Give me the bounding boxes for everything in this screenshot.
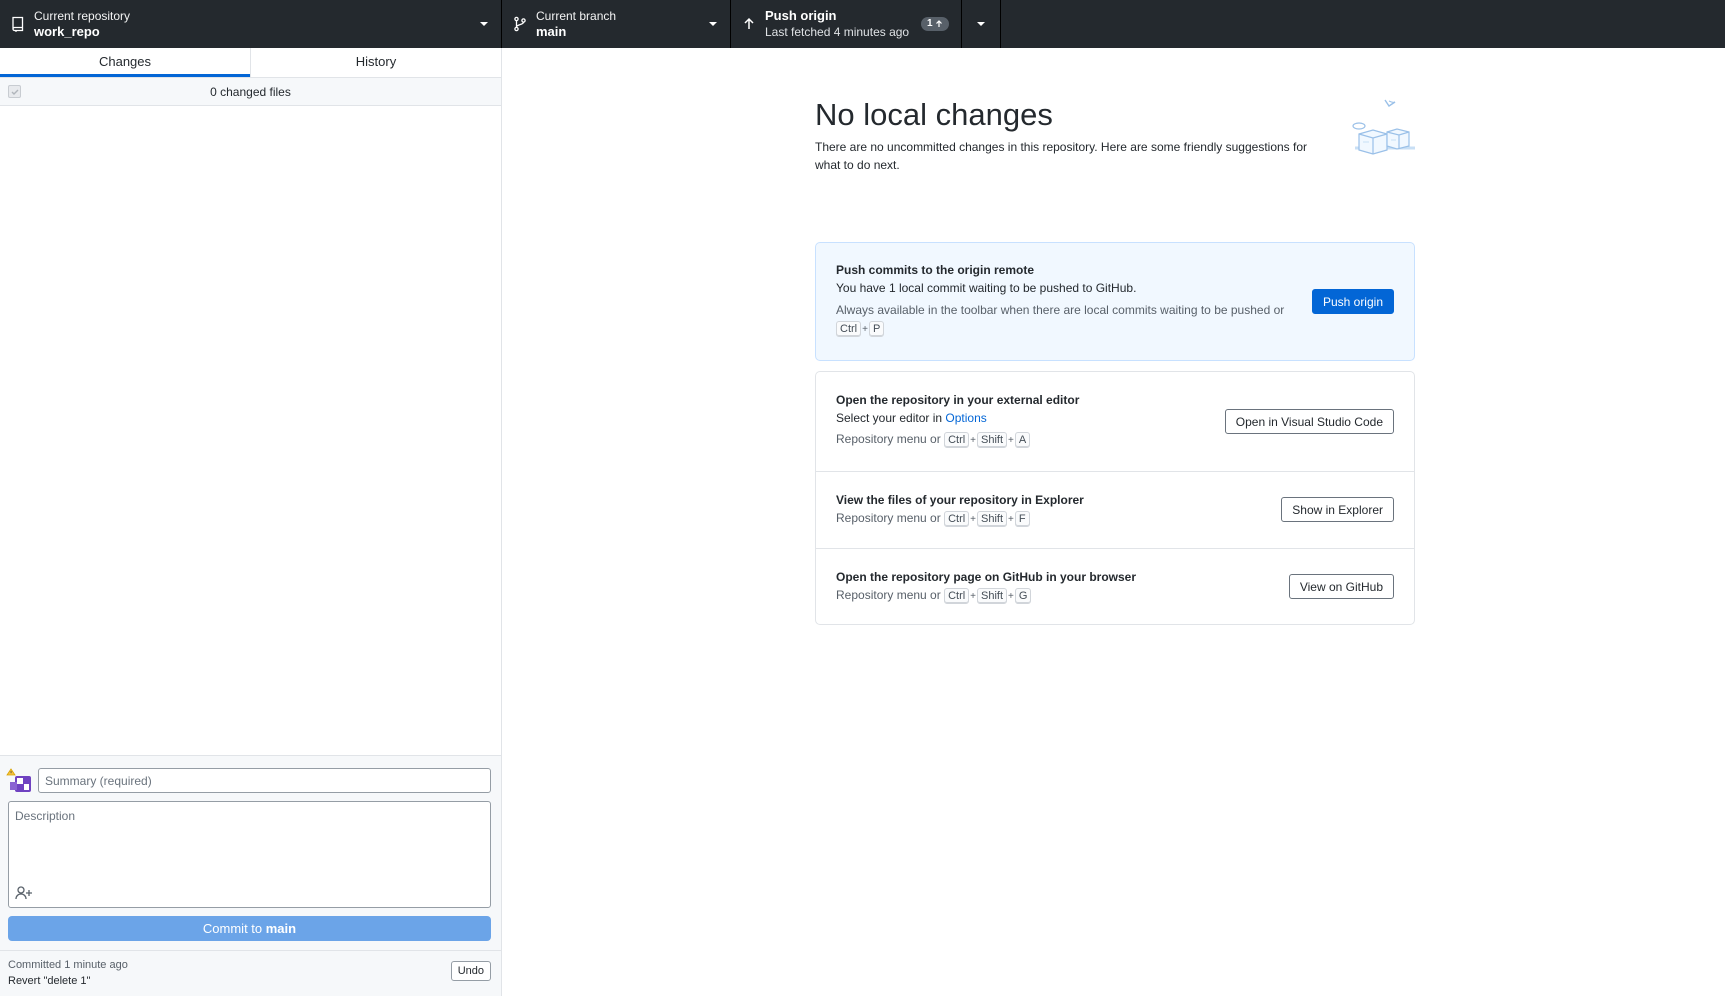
caret-down-icon bbox=[479, 20, 489, 28]
summary-input[interactable] bbox=[38, 768, 491, 793]
divider bbox=[816, 548, 1414, 549]
description-input[interactable] bbox=[9, 802, 490, 872]
push-origin-label: Push origin bbox=[765, 8, 837, 23]
ahead-count-badge: 1 bbox=[921, 17, 949, 31]
push-card-hint-text: Always available in the toolbar when the… bbox=[836, 303, 1285, 317]
page-subtitle: There are no uncommitted changes in this… bbox=[815, 140, 1308, 172]
shortcut-key: Ctrl bbox=[944, 588, 970, 604]
view-on-github-button[interactable]: View on GitHub bbox=[1288, 574, 1394, 599]
current-branch-label: Current branch bbox=[536, 9, 617, 23]
caret-down-icon bbox=[708, 20, 718, 28]
changes-header: 0 changed files bbox=[0, 78, 501, 106]
add-coauthor-icon[interactable] bbox=[15, 885, 33, 901]
ahead-count: 1 bbox=[927, 18, 933, 29]
current-branch-button[interactable]: Current branch main bbox=[502, 0, 731, 48]
shortcut-key: P bbox=[868, 321, 885, 337]
tab-history[interactable]: History bbox=[250, 48, 501, 77]
arrow-up-icon bbox=[741, 16, 757, 32]
sidebar: Changes History 0 changed files Com bbox=[0, 48, 502, 996]
divider bbox=[816, 471, 1414, 472]
push-card-title: Push commits to the origin remote bbox=[836, 263, 1035, 277]
avatar-icon[interactable] bbox=[6, 768, 32, 794]
tab-changes[interactable]: Changes bbox=[0, 48, 250, 77]
commit-button-prefix: Commit to bbox=[202, 921, 266, 936]
push-card-hint: Always available in the toolbar when the… bbox=[836, 303, 1285, 337]
explorer-hint-text: Repository menu or bbox=[836, 511, 941, 525]
commit-button[interactable]: Commit to main bbox=[8, 916, 491, 941]
toolbar: Current repository work_repo Current bra… bbox=[0, 0, 1725, 48]
last-commit-time: Committed 1 minute ago bbox=[8, 959, 128, 971]
select-all-checkbox[interactable] bbox=[8, 85, 21, 98]
current-repository-button[interactable]: Current repository work_repo bbox=[0, 0, 502, 48]
no-changes-view: No local changes There are no uncommitte… bbox=[815, 96, 1417, 625]
github-hint-text: Repository menu or bbox=[836, 588, 941, 602]
options-link[interactable]: Options bbox=[945, 411, 986, 425]
commit-area: Commit to main Committed 1 minute ago Re… bbox=[0, 755, 501, 996]
description-box bbox=[8, 801, 491, 908]
sidebar-tabs: Changes History bbox=[0, 48, 501, 78]
undo-commit-bar: Committed 1 minute ago Revert "delete 1"… bbox=[0, 950, 501, 996]
push-origin-action-button[interactable]: Push origin bbox=[1311, 289, 1394, 314]
shortcut-key: Shift bbox=[977, 432, 1008, 448]
commit-button-branch: main bbox=[265, 921, 297, 936]
current-branch-value: main bbox=[536, 24, 567, 39]
shortcut-key: G bbox=[1014, 588, 1032, 604]
editor-title: Open the repository in your external edi… bbox=[836, 393, 1080, 407]
shortcut-key: Ctrl bbox=[944, 511, 970, 527]
open-in-vscode-button[interactable]: Open in Visual Studio Code bbox=[1224, 409, 1394, 434]
shortcut-key: F bbox=[1014, 511, 1030, 527]
page-title: No local changes bbox=[815, 97, 1053, 132]
show-in-explorer-button[interactable]: Show in Explorer bbox=[1281, 497, 1394, 522]
current-repository-label: Current repository bbox=[34, 9, 131, 23]
branch-icon bbox=[512, 16, 528, 32]
main-panel: No local changes There are no uncommitte… bbox=[502, 48, 1725, 996]
suggested-actions-card: Open the repository in your external edi… bbox=[815, 371, 1415, 625]
undo-button[interactable]: Undo bbox=[450, 961, 491, 981]
push-dropdown-button[interactable] bbox=[962, 0, 1001, 48]
arrow-up-small-icon bbox=[935, 20, 942, 27]
editor-text-prefix: Select your editor in bbox=[836, 411, 946, 425]
shortcut-key: Ctrl bbox=[836, 321, 862, 337]
current-repository-value: work_repo bbox=[34, 24, 100, 39]
empty-state-illustration-icon bbox=[1345, 96, 1417, 168]
shortcut-key: Ctrl bbox=[944, 432, 970, 448]
push-origin-button[interactable]: Push origin Last fetched 4 minutes ago 1 bbox=[731, 0, 962, 48]
shortcut-key: Shift bbox=[977, 511, 1008, 527]
shortcut-key: A bbox=[1014, 432, 1031, 448]
changed-files-count: 0 changed files bbox=[210, 85, 291, 99]
last-commit-summary: Revert "delete 1" bbox=[8, 975, 91, 987]
editor-hint-text: Repository menu or bbox=[836, 432, 941, 446]
last-fetched-text: Last fetched 4 minutes ago bbox=[765, 25, 910, 39]
repo-icon bbox=[10, 16, 26, 32]
shortcut-key: Shift bbox=[977, 588, 1008, 604]
push-commits-card: Push commits to the origin remote You ha… bbox=[815, 242, 1415, 361]
caret-down-icon bbox=[976, 20, 986, 28]
